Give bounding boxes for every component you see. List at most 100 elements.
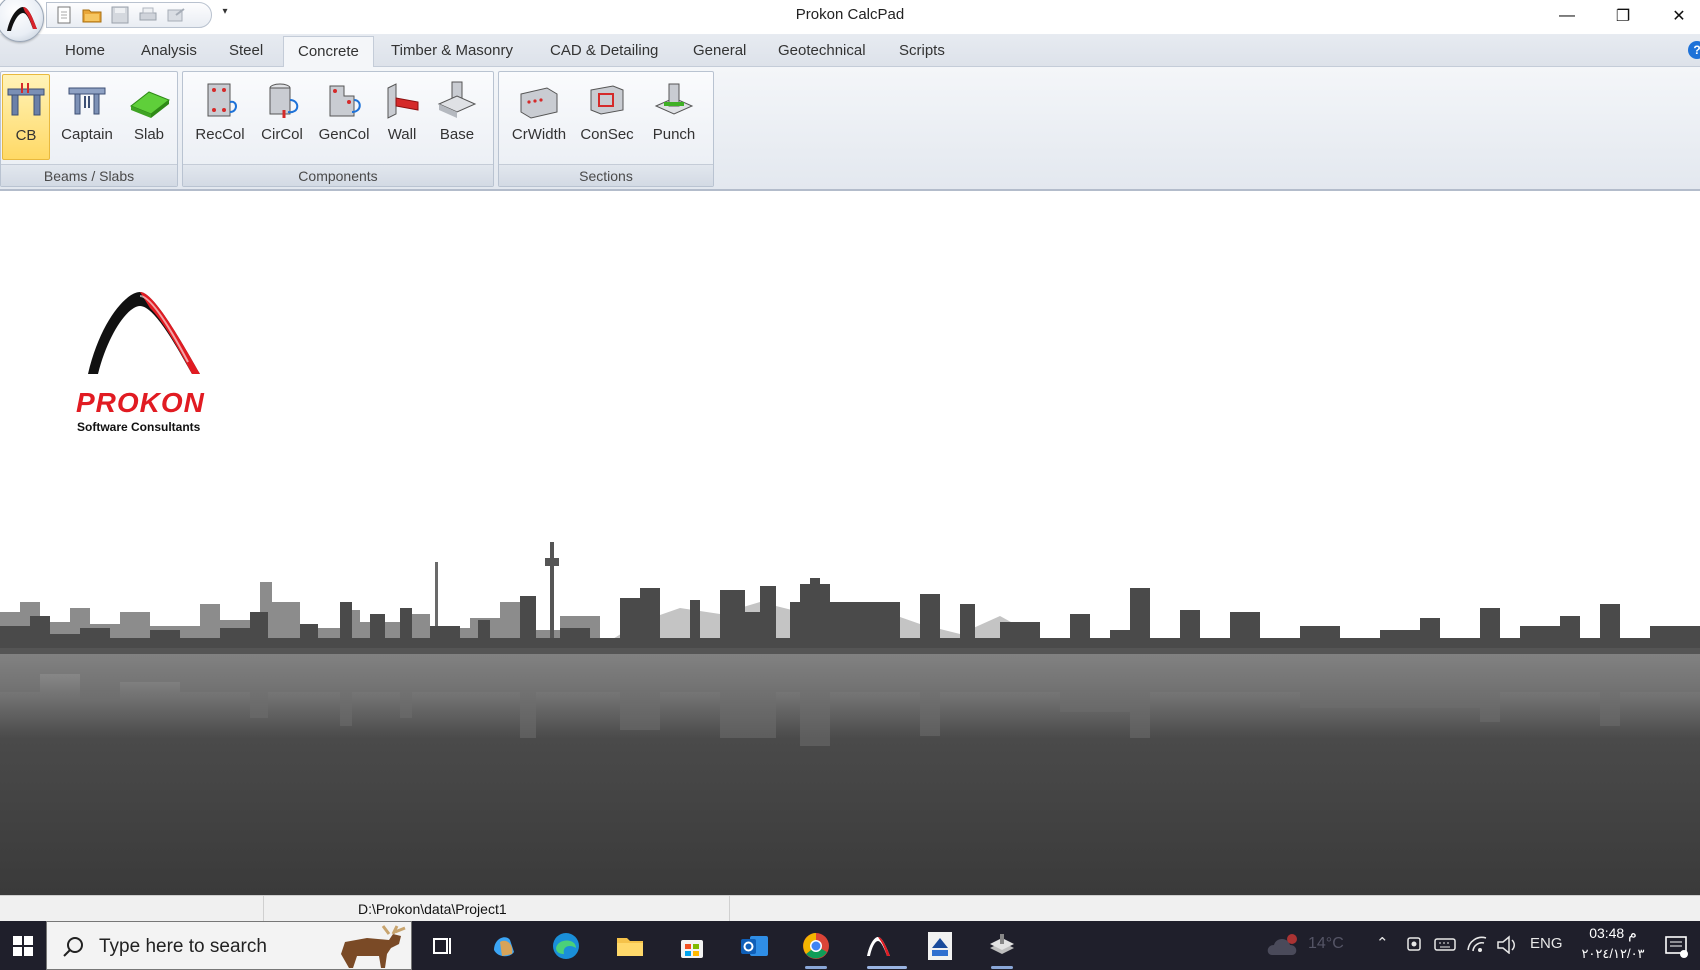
search-placeholder: Type here to search [99,936,267,957]
wall-button[interactable]: Wall [379,74,425,160]
tab-scripts[interactable]: Scripts [885,36,959,66]
windows-taskbar: Type here to search 14°C ⌃ ENG 03:48 م ٢… [0,921,1700,970]
slab-icon [130,91,170,118]
button-label: Punch [652,126,696,143]
button-label: RecCol [195,126,245,143]
continuous-beam-icon [7,83,45,116]
search-icon [63,937,83,957]
button-label: ConSec [580,126,634,143]
microsoft-store-icon[interactable] [676,930,708,962]
csi-academy-icon[interactable] [924,930,956,962]
rectangular-column-icon [207,83,237,117]
tab-cad-detailing[interactable]: CAD & Detailing [536,36,672,66]
prokon-calcpad-window: ▾ Prokon CalcPad — ❐ ✕ Home Analysis Ste… [0,0,1700,970]
moose-illustration-icon [341,925,406,968]
crack-width-icon [520,87,558,119]
clock-date[interactable]: ٢٠٢٤/١٢/٠٣ [1572,946,1654,962]
punching-shear-icon [654,83,694,115]
tab-geotechnical[interactable]: Geotechnical [764,36,880,66]
running-indicator [805,966,827,969]
group-sections: CrWidth ConSec Punch Sections [498,71,714,187]
customize-quick-access-button[interactable]: ▾ [218,6,232,24]
base-button[interactable]: Base [429,74,485,160]
general-column-icon [329,85,361,117]
start-button[interactable] [0,921,46,970]
ribbon-panel: CB Captain Slab Beams / Slabs RecCol Cir… [0,67,1700,191]
group-label-components: Components [183,164,493,186]
copilot-icon[interactable] [488,930,520,962]
group-label-beams-slabs: Beams / Slabs [1,164,177,186]
gencol-button[interactable]: GenCol [313,74,375,160]
file-explorer-icon[interactable] [614,930,646,962]
slab-button[interactable]: Slab [123,74,175,160]
tab-general[interactable]: General [679,36,760,66]
close-button[interactable]: ✕ [1652,0,1700,32]
button-label: Base [439,126,475,143]
minimize-button[interactable]: — [1540,0,1594,32]
ribbon-tab-bar: Home Analysis Steel Concrete Timber & Ma… [0,34,1700,68]
active-app-indicator [867,966,907,969]
status-cell [0,896,264,922]
captain-button[interactable]: Captain [56,74,118,160]
button-label: CB [15,127,37,144]
wall-icon [387,83,419,119]
new-file-icon[interactable] [53,5,75,25]
button-label: GenCol [318,126,370,143]
city-skyline-illustration [0,542,1700,895]
cb-button[interactable]: CB [2,74,50,160]
clock-time[interactable]: 03:48 م [1582,925,1644,942]
task-view-icon[interactable] [426,930,458,962]
punch-button[interactable]: Punch [643,74,705,160]
project-path: D:\Prokon\data\Project1 [358,901,507,917]
circular-column-icon [269,83,299,118]
tab-steel[interactable]: Steel [215,36,277,66]
base-footing-icon [437,81,477,118]
app-stack-icon[interactable] [986,930,1018,962]
quick-access-toolbar [46,2,212,28]
tab-timber-masonry[interactable]: Timber & Masonry [377,36,527,66]
restore-button[interactable]: ❐ [1596,0,1650,32]
window-title: Prokon CalcPad [795,6,905,23]
group-beams-slabs: CB Captain Slab Beams / Slabs [0,71,178,187]
crwidth-button[interactable]: CrWidth [507,74,571,160]
tab-concrete[interactable]: Concrete [283,36,374,68]
title-bar: ▾ Prokon CalcPad — ❐ ✕ [0,0,1700,42]
chrome-browser-icon[interactable] [800,930,832,962]
consec-button[interactable]: ConSec [577,74,637,160]
status-bar: D:\Prokon\data\Project1 [0,895,1700,922]
circol-button[interactable]: CirCol [255,74,309,160]
save-icon[interactable] [109,5,131,25]
concrete-section-icon [590,85,624,115]
button-label: Captain [61,126,113,143]
reccol-button[interactable]: RecCol [191,74,249,160]
main-workspace: PROKON Software Consultants [0,192,1700,895]
prokon-arch-icon [7,7,37,31]
wifi-icon[interactable] [1466,934,1488,954]
weather-temperature[interactable]: 14°C [1308,935,1344,953]
input-language[interactable]: ENG [1530,935,1563,952]
prokon-taskbar-icon[interactable] [862,930,894,962]
application-menu-button[interactable] [0,0,44,42]
edge-browser-icon[interactable] [550,930,582,962]
volume-icon[interactable] [1496,934,1520,954]
tab-analysis[interactable]: Analysis [127,36,211,66]
tab-home[interactable]: Home [51,36,119,66]
captain-beam-icon [68,87,106,115]
print-icon[interactable] [137,5,159,25]
group-label-sections: Sections [499,164,713,186]
logo-tagline: Software Consultants [77,420,201,434]
keyboard-layout-icon[interactable] [1434,934,1456,954]
button-label: Wall [387,126,417,143]
group-components: RecCol CirCol GenCol Wall Base Component… [182,71,494,187]
help-icon[interactable]: ? [1688,41,1700,59]
weather-cloud-icon [1267,934,1297,955]
show-hidden-icons-icon[interactable]: ⌃ [1376,934,1389,952]
open-folder-icon[interactable] [81,5,103,25]
taskbar-search-box[interactable]: Type here to search [46,921,412,970]
notifications-icon[interactable] [1664,934,1688,958]
outlook-icon[interactable] [738,930,770,962]
running-indicator [991,966,1013,969]
meet-now-icon[interactable] [1406,934,1424,954]
button-label: CirCol [261,126,303,143]
export-icon[interactable] [165,5,187,25]
